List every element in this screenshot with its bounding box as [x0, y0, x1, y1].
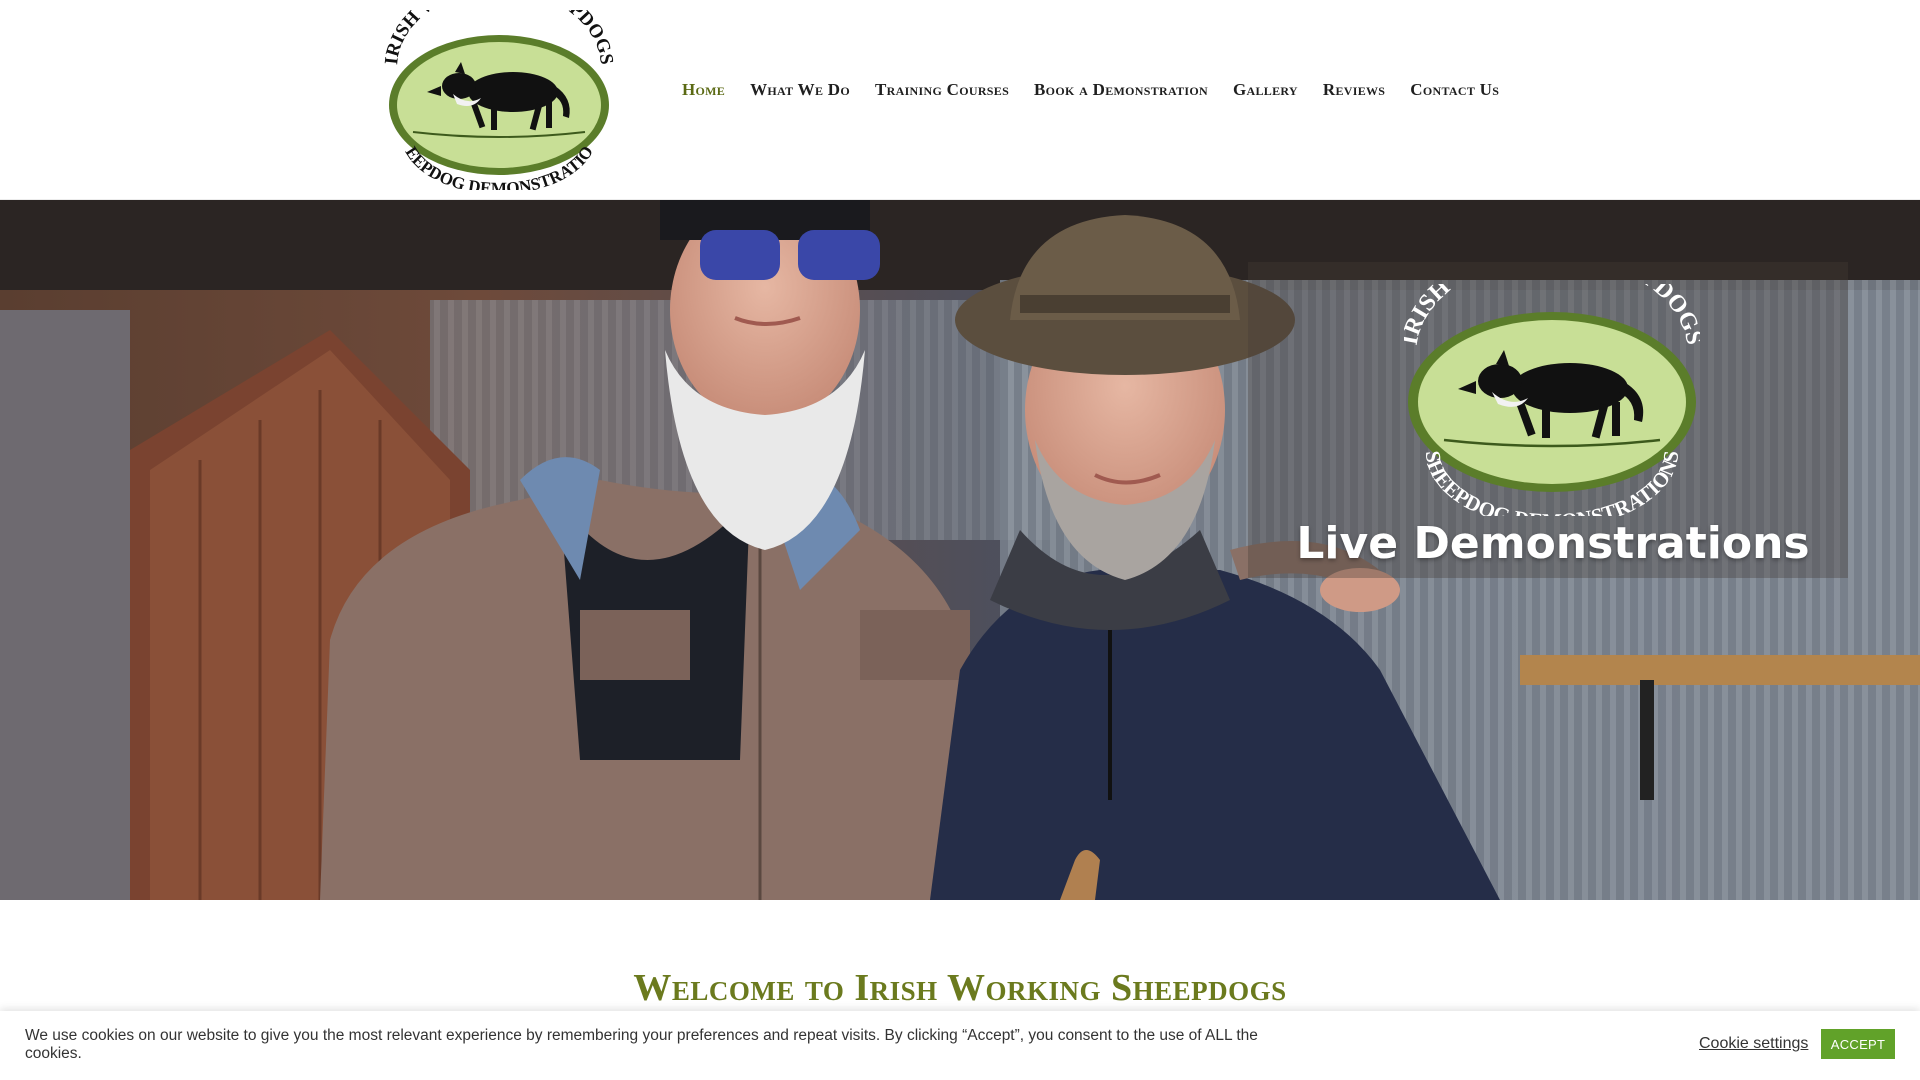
nav-item-what-we-do[interactable]: What We Do: [750, 80, 850, 100]
cookie-consent-bar: We use cookies on our website to give yo…: [0, 1011, 1920, 1080]
nav-item-reviews[interactable]: Reviews: [1323, 80, 1385, 100]
nav-item-book-demonstration[interactable]: Book a Demonstration: [1034, 80, 1208, 100]
hero-section: IRISH WORKING SHEEPDOGS SHEEPDOG DEMONST…: [0, 200, 1920, 900]
hero-title: Live Demonstrations: [1296, 518, 1810, 569]
hero-logo: IRISH WORKING SHEEPDOGS SHEEPDOG DEMONST…: [1404, 284, 1700, 516]
main-nav: Home What We Do Training Courses Book a …: [682, 78, 1499, 102]
cookie-accept-button[interactable]: ACCEPT: [1821, 1029, 1895, 1059]
nav-item-contact-us[interactable]: Contact Us: [1410, 80, 1499, 100]
cookie-settings-link[interactable]: Cookie settings: [1699, 1035, 1808, 1053]
sheepdog-logo-white-icon: IRISH WORKING SHEEPDOGS SHEEPDOG DEMONST…: [1404, 284, 1700, 516]
site-logo[interactable]: IRISH WORKING SHEEPDOGS SHEEPDOG DEMONST…: [383, 10, 615, 190]
nav-item-training-courses[interactable]: Training Courses: [875, 80, 1009, 100]
sheepdog-logo-icon: IRISH WORKING SHEEPDOGS SHEEPDOG DEMONST…: [383, 10, 615, 190]
nav-item-gallery[interactable]: Gallery: [1233, 80, 1298, 100]
welcome-heading: Welcome to Irish Working Sheepdogs: [633, 967, 1287, 1009]
nav-item-home[interactable]: Home: [682, 80, 725, 100]
site-header: IRISH WORKING SHEEPDOGS SHEEPDOG DEMONST…: [0, 0, 1920, 200]
cookie-message: We use cookies on our website to give yo…: [25, 1027, 1258, 1062]
